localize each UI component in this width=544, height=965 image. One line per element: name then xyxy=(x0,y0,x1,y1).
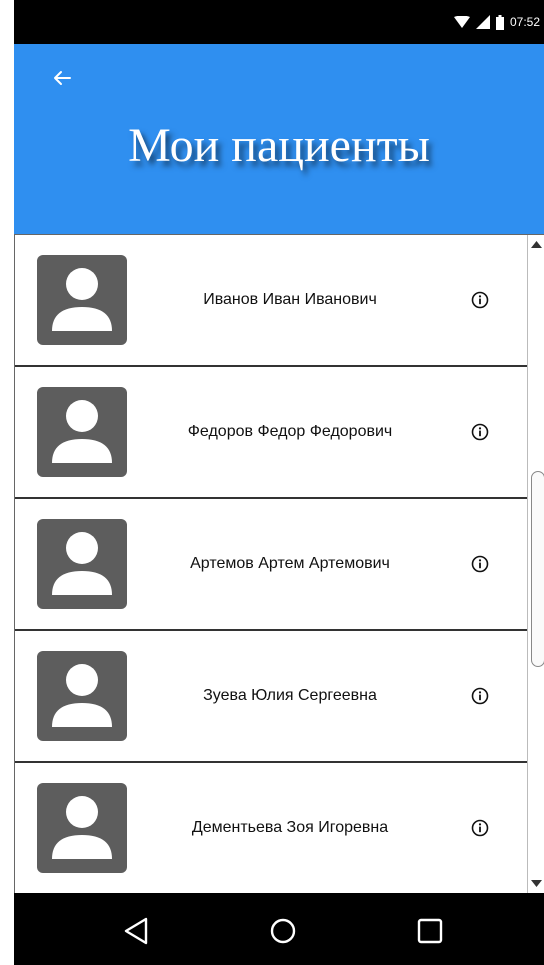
app-bar: Мои пациенты xyxy=(14,44,544,234)
scrollbar[interactable] xyxy=(527,235,544,893)
nav-back-button[interactable] xyxy=(120,915,152,947)
battery-icon xyxy=(495,14,504,30)
page-title: Мои пациенты xyxy=(128,119,430,172)
user-avatar-icon xyxy=(37,519,127,609)
patient-name: Дементьева Зоя Игоревна xyxy=(191,819,389,836)
signal-icon xyxy=(475,15,490,29)
info-icon[interactable] xyxy=(471,291,489,309)
info-icon[interactable] xyxy=(471,423,489,441)
patient-name: Федоров Федор Федорович xyxy=(187,423,393,440)
status-bar: 07:52 xyxy=(14,0,544,44)
nav-home-icon xyxy=(270,918,296,944)
phone-screen: 07:52 Мои пациенты Иванов Иван Иванович xyxy=(14,0,544,965)
user-avatar-icon xyxy=(37,387,127,477)
patient-list-item[interactable]: Иванов Иван Иванович xyxy=(15,235,527,367)
patient-name: Артемов Артем Артемович xyxy=(190,555,390,572)
triangle-up-icon xyxy=(531,241,542,248)
info-icon[interactable] xyxy=(471,555,489,573)
scroll-thumb[interactable] xyxy=(531,471,544,667)
patient-list-item[interactable]: Федоров Федор Федорович xyxy=(15,367,527,499)
info-icon[interactable] xyxy=(471,687,489,705)
scroll-down-button[interactable] xyxy=(528,875,544,893)
patient-name: Иванов Иван Иванович xyxy=(203,291,377,308)
navigation-bar xyxy=(14,893,544,965)
patient-list-item[interactable]: Дементьева Зоя Игоревна xyxy=(15,763,527,893)
user-avatar-icon xyxy=(37,255,127,345)
back-button[interactable] xyxy=(48,64,76,92)
patient-list-item[interactable]: Артемов Артем Артемович xyxy=(15,499,527,631)
status-icons: 07:52 xyxy=(453,14,540,30)
patient-list-container: Иванов Иван Иванович Федоров Федор Федор… xyxy=(14,234,544,893)
nav-back-icon xyxy=(124,917,148,945)
patient-list-item[interactable]: Зуева Юлия Сергеевна xyxy=(15,631,527,763)
patient-name: Зуева Юлия Сергеевна xyxy=(203,687,377,704)
status-time: 07:52 xyxy=(509,15,540,29)
wifi-icon xyxy=(453,15,470,28)
patient-list[interactable]: Иванов Иван Иванович Федоров Федор Федор… xyxy=(15,235,527,893)
nav-recents-button[interactable] xyxy=(414,915,446,947)
nav-recents-icon xyxy=(417,918,443,944)
info-icon[interactable] xyxy=(471,819,489,837)
user-avatar-icon xyxy=(37,783,127,873)
nav-home-button[interactable] xyxy=(267,915,299,947)
user-avatar-icon xyxy=(37,651,127,741)
triangle-down-icon xyxy=(531,880,542,887)
arrow-left-icon xyxy=(54,71,71,85)
scroll-up-button[interactable] xyxy=(528,235,544,253)
